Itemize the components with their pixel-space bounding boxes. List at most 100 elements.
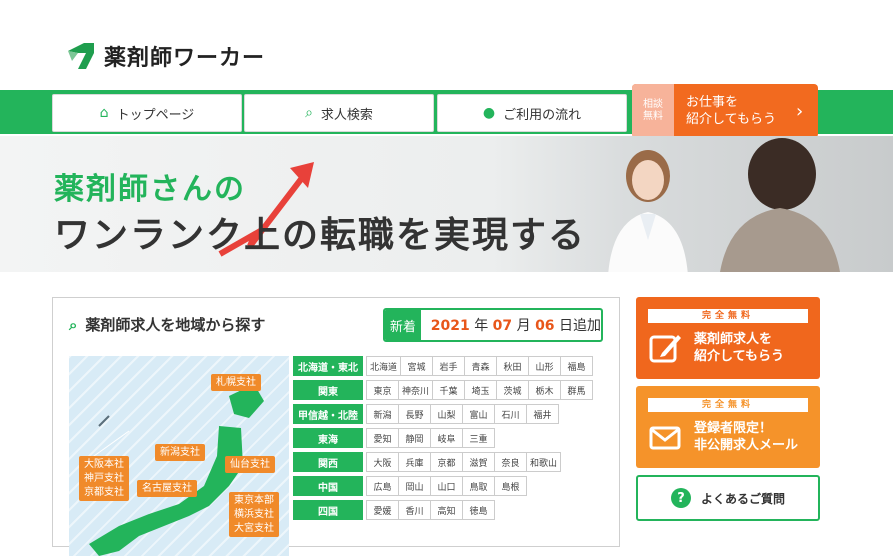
region-row: 北海道・東北 北海道 宮城 岩手 青森 秋田 山形 福島 bbox=[293, 356, 594, 376]
card-text: 薬剤師求人を 紹介してもらう bbox=[694, 331, 784, 365]
japan-map[interactable]: 札幌支社 仙台支社 新潟支社 名古屋支社 大阪本社 神戸支社 京都支社 東京本部… bbox=[69, 356, 289, 556]
prefecture-link[interactable]: 群馬 bbox=[560, 380, 594, 400]
prefecture-link[interactable]: 山梨 bbox=[430, 404, 463, 424]
prefecture-link[interactable]: 岐阜 bbox=[430, 428, 463, 448]
free-consult-badge: 相談 無料 bbox=[632, 84, 674, 138]
job-introduction-cta[interactable]: 相談 無料 お仕事を 紹介してもらう › bbox=[632, 84, 818, 138]
branch-omiya[interactable]: 大宮支社 bbox=[229, 520, 279, 537]
date-year: 2021 bbox=[430, 318, 470, 334]
logo-mark-icon bbox=[66, 41, 96, 71]
prefecture-link[interactable]: 鳥取 bbox=[462, 476, 495, 496]
faq-label: よくあるご質問 bbox=[700, 491, 785, 506]
region-name[interactable]: 関東 bbox=[293, 380, 363, 400]
new-jobs-badge: 新着 2021 年 07 月 06 日追加 bbox=[383, 308, 603, 342]
card-line: 紹介してもらう bbox=[694, 349, 784, 364]
panel-title: ⌕ 薬剤師求人を地域から探す bbox=[69, 314, 265, 335]
prefecture-link[interactable]: 東京 bbox=[366, 380, 399, 400]
prefecture-link[interactable]: 岡山 bbox=[398, 476, 431, 496]
branch-sendai[interactable]: 仙台支社 bbox=[225, 456, 275, 473]
prefecture-link[interactable]: 京都 bbox=[430, 452, 463, 472]
prefecture-link[interactable]: 千葉 bbox=[432, 380, 466, 400]
site-logo[interactable]: 薬剤師ワーカー bbox=[66, 40, 265, 72]
branch-kyoto[interactable]: 京都支社 bbox=[79, 484, 129, 501]
region-row: 四国 愛媛 香川 高知 徳島 bbox=[293, 500, 593, 520]
prefecture-link[interactable]: 茨城 bbox=[496, 380, 530, 400]
prefecture-link[interactable]: 愛媛 bbox=[366, 500, 399, 520]
customer-photo bbox=[720, 138, 840, 272]
branch-nagoya[interactable]: 名古屋支社 bbox=[137, 480, 197, 497]
prefecture-link[interactable]: 富山 bbox=[462, 404, 495, 424]
date-unit: 月 bbox=[516, 318, 531, 334]
date-unit: 年 bbox=[474, 318, 489, 334]
prefecture-link[interactable]: 福島 bbox=[560, 356, 594, 376]
prefecture-link[interactable]: 広島 bbox=[366, 476, 399, 496]
region-search-panel: ⌕ 薬剤師求人を地域から探す 新着 2021 年 07 月 06 日追加 札幌支… bbox=[52, 297, 620, 556]
prefecture-link[interactable]: 高知 bbox=[430, 500, 463, 520]
search-icon: ⌕ bbox=[305, 105, 313, 121]
private-jobs-mail-card[interactable]: 完全無料 登録者限定！ 非公開求人メール bbox=[636, 386, 820, 468]
region-row: 関西 大阪 兵庫 京都 滋賀 奈良 和歌山 bbox=[293, 452, 593, 472]
prefecture-link[interactable]: 神奈川 bbox=[398, 380, 434, 400]
prefecture-link[interactable]: 長野 bbox=[398, 404, 431, 424]
question-icon: ? bbox=[670, 488, 691, 508]
edit-icon bbox=[649, 335, 681, 363]
date-month: 07 bbox=[492, 318, 513, 334]
region-row: 東海 愛知 静岡 岐阜 三重 bbox=[293, 428, 593, 448]
pharmacist-photo bbox=[608, 150, 688, 272]
prefecture-link[interactable]: 青森 bbox=[464, 356, 498, 376]
nav-label: ご利用の流れ bbox=[503, 107, 582, 123]
prefecture-link[interactable]: 香川 bbox=[398, 500, 431, 520]
panel-title-text: 薬剤師求人を地域から探す bbox=[85, 316, 266, 334]
nav-label: トップページ bbox=[116, 107, 195, 123]
prefecture-link[interactable]: 秋田 bbox=[496, 356, 530, 376]
nav-how-to-use[interactable]: ● ご利用の流れ bbox=[437, 94, 627, 132]
prefecture-link[interactable]: 山形 bbox=[528, 356, 562, 376]
region-name[interactable]: 北海道・東北 bbox=[293, 356, 363, 376]
branch-sapporo[interactable]: 札幌支社 bbox=[211, 374, 261, 391]
branch-niigata[interactable]: 新潟支社 bbox=[155, 444, 205, 461]
new-label: 新着 bbox=[385, 310, 421, 340]
hero-headline-1: 薬剤師さんの bbox=[54, 172, 246, 207]
prefecture-link[interactable]: 滋賀 bbox=[462, 452, 495, 472]
nav-top-page[interactable]: ⌂ トップページ bbox=[52, 94, 242, 132]
prefecture-link[interactable]: 兵庫 bbox=[398, 452, 431, 472]
prefecture-link[interactable]: 宮城 bbox=[400, 356, 434, 376]
prefecture-link[interactable]: 徳島 bbox=[462, 500, 495, 520]
region-name[interactable]: 甲信越・北陸 bbox=[293, 404, 363, 424]
region-row: 中国 広島 岡山 山口 鳥取 島根 bbox=[293, 476, 593, 496]
region-name[interactable]: 関西 bbox=[293, 452, 363, 472]
prefecture-link[interactable]: 島根 bbox=[494, 476, 527, 496]
prefecture-link[interactable]: 奈良 bbox=[494, 452, 527, 472]
home-icon: ⌂ bbox=[99, 105, 109, 121]
cta-line: お仕事を bbox=[686, 95, 739, 110]
region-row: 関東 東京 神奈川 千葉 埼玉 茨城 栃木 群馬 bbox=[293, 380, 594, 400]
region-name[interactable]: 中国 bbox=[293, 476, 363, 496]
mail-icon bbox=[649, 426, 681, 450]
prefecture-link[interactable]: 大阪 bbox=[366, 452, 399, 472]
faq-button[interactable]: ? よくあるご質問 bbox=[636, 475, 820, 521]
prefecture-link[interactable]: 静岡 bbox=[398, 428, 431, 448]
prefecture-link[interactable]: 石川 bbox=[494, 404, 527, 424]
prefecture-link[interactable]: 北海道 bbox=[366, 356, 402, 376]
prefecture-link[interactable]: 山口 bbox=[430, 476, 463, 496]
prefecture-link[interactable]: 新潟 bbox=[366, 404, 399, 424]
region-name[interactable]: 東海 bbox=[293, 428, 363, 448]
hero-headline-2: ワンランク上の転職を実現する bbox=[54, 215, 587, 256]
job-introduction-card[interactable]: 完全無料 薬剤師求人を 紹介してもらう bbox=[636, 297, 820, 379]
badge-line: 無料 bbox=[643, 111, 663, 122]
prefecture-link[interactable]: 愛知 bbox=[366, 428, 399, 448]
search-icon: ⌕ bbox=[69, 315, 78, 334]
prefecture-link[interactable]: 栃木 bbox=[528, 380, 562, 400]
prefecture-link[interactable]: 岩手 bbox=[432, 356, 466, 376]
prefecture-link[interactable]: 三重 bbox=[462, 428, 495, 448]
region-name[interactable]: 四国 bbox=[293, 500, 363, 520]
prefecture-link[interactable]: 福井 bbox=[526, 404, 559, 424]
card-text: 登録者限定！ 非公開求人メール bbox=[694, 420, 798, 454]
prefecture-link[interactable]: 和歌山 bbox=[526, 452, 562, 472]
prefecture-link[interactable]: 埼玉 bbox=[464, 380, 498, 400]
card-line: 非公開求人メール bbox=[694, 438, 799, 453]
nav-job-search[interactable]: ⌕ 求人検索 bbox=[244, 94, 434, 132]
cta-line: 紹介してもらう bbox=[686, 112, 776, 127]
region-list: 北海道・東北 北海道 宮城 岩手 青森 秋田 山形 福島 関東 東京 神奈川 千葉 埼玉 茨城 栃木 群馬 甲信… bbox=[293, 356, 594, 524]
free-tag: 完全無料 bbox=[648, 309, 808, 323]
